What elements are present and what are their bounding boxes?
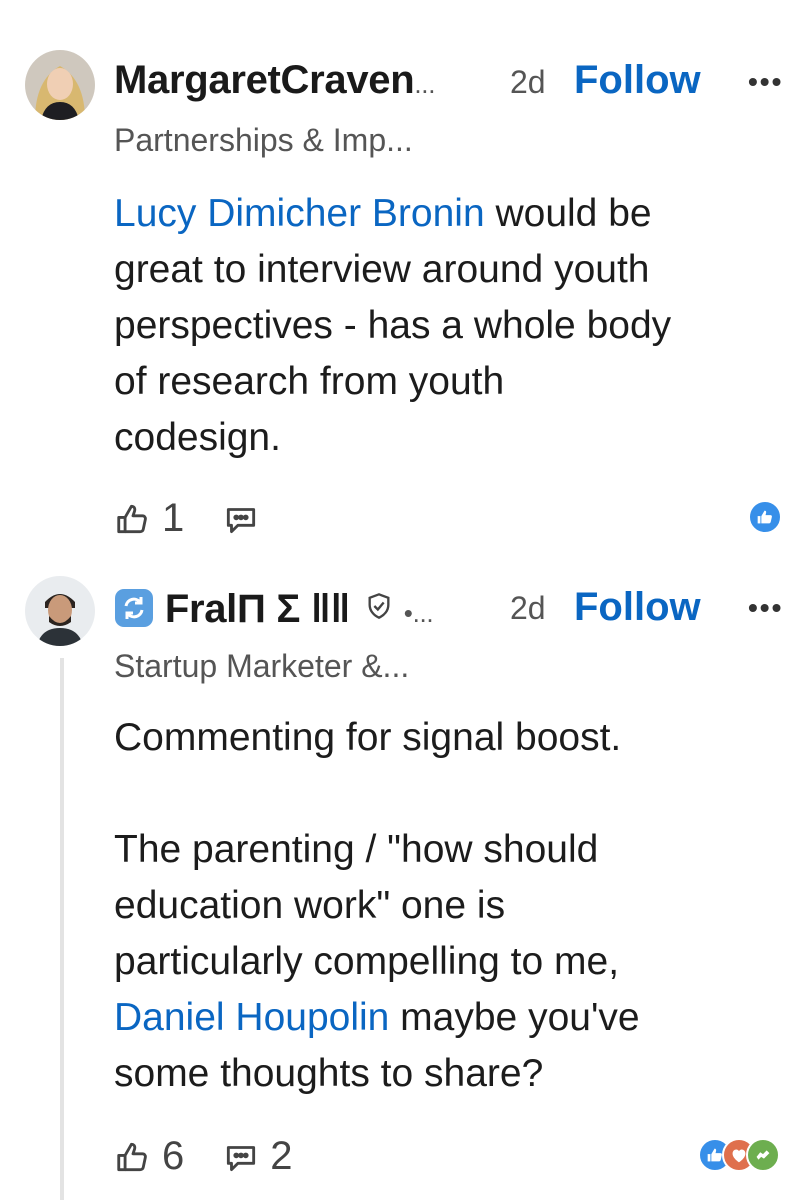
refresh-badge-icon xyxy=(114,588,154,628)
comment-time: 2d xyxy=(510,64,546,100)
follow-button[interactable]: Follow xyxy=(574,58,701,103)
comment-icon[interactable] xyxy=(222,1138,260,1176)
author-last-name[interactable]: Craven xyxy=(281,58,415,102)
avatar[interactable] xyxy=(25,50,95,120)
reactions-summary[interactable] xyxy=(698,1138,780,1172)
body-line: great to interview around youth xyxy=(114,248,650,291)
author-headline: Partnerships & Imp... xyxy=(114,122,413,158)
comment-count[interactable]: 2 xyxy=(270,1134,292,1179)
author-ellipsis: •... xyxy=(403,598,434,628)
more-icon[interactable]: ••• xyxy=(748,68,783,96)
author-first-name[interactable]: Fral xyxy=(165,587,237,631)
like-count[interactable]: 1 xyxy=(162,496,184,541)
body-line: particularly compelling to me, xyxy=(114,940,620,983)
body-line: codesign. xyxy=(114,416,281,459)
thumbs-up-icon[interactable] xyxy=(114,500,152,538)
author-ellipsis: ... xyxy=(414,69,436,99)
author-name[interactable]: FralΠ Σ ǁǁ •... xyxy=(114,585,434,632)
body-line: maybe you've xyxy=(389,996,640,1039)
reactions-summary[interactable] xyxy=(748,500,782,534)
comment-body: Commenting for signal boost. The parenti… xyxy=(114,710,794,1102)
body-line: The parenting / "how should xyxy=(114,828,599,871)
follow-button[interactable]: Follow xyxy=(574,585,701,630)
body-line: some thoughts to share? xyxy=(114,1052,544,1095)
comment-time: 2d xyxy=(510,590,546,626)
comment-icon[interactable] xyxy=(222,500,260,538)
author-headline: Startup Marketer &... xyxy=(114,648,410,684)
author-name[interactable]: MargaretCraven... xyxy=(114,58,435,103)
mention-link[interactable]: Daniel Houpolin xyxy=(114,996,389,1039)
thumbs-up-icon[interactable] xyxy=(114,1138,152,1176)
verified-shield-icon xyxy=(365,585,393,619)
comment-actions: 6 2 xyxy=(114,1134,293,1179)
avatar[interactable] xyxy=(25,576,95,646)
comment-body: Lucy Dimicher Bronin would be great to i… xyxy=(114,186,794,466)
body-line: would be xyxy=(484,192,652,235)
body-line: perspectives - has a whole body xyxy=(114,304,672,347)
comment-actions: 1 xyxy=(114,496,260,541)
body-line: education work" one is xyxy=(114,884,506,927)
body-line: of research from youth xyxy=(114,360,505,403)
like-count[interactable]: 6 xyxy=(162,1134,184,1179)
more-icon[interactable]: ••• xyxy=(748,594,783,622)
thread-line xyxy=(60,658,64,1200)
support-reaction-icon xyxy=(746,1138,780,1172)
like-reaction-icon xyxy=(748,500,782,534)
author-last-name[interactable]: Π Σ ǁǁ xyxy=(237,587,350,631)
author-first-name[interactable]: Margaret xyxy=(114,58,281,102)
mention-link[interactable]: Lucy Dimicher Bronin xyxy=(114,192,485,235)
body-line: Commenting for signal boost. xyxy=(114,716,622,759)
